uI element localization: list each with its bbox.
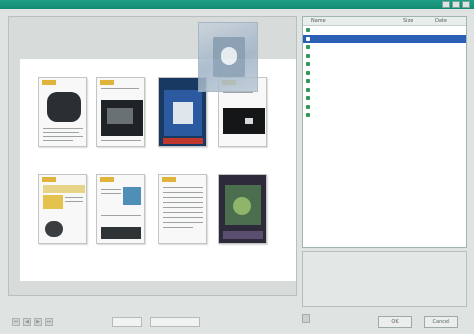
column-date[interactable]: Date xyxy=(435,18,447,24)
title-bar xyxy=(0,0,474,9)
page-thumbnail-7[interactable] xyxy=(158,174,207,244)
file-icon xyxy=(306,36,310,41)
column-header: Name Size Date xyxy=(303,17,466,26)
file-icon xyxy=(306,62,310,66)
last-page-button[interactable]: ⏭ xyxy=(45,318,53,326)
page-thumbnail-5[interactable] xyxy=(38,174,87,244)
list-item[interactable] xyxy=(303,111,466,120)
dragged-page-preview[interactable] xyxy=(198,22,258,92)
page-thumbnail-1[interactable] xyxy=(38,77,87,147)
prev-page-button[interactable]: ◀ xyxy=(23,318,31,326)
list-item[interactable] xyxy=(303,52,466,61)
ok-button[interactable]: OK xyxy=(378,316,412,328)
list-item[interactable] xyxy=(303,34,466,43)
column-size[interactable]: Size xyxy=(403,18,413,24)
list-item[interactable] xyxy=(303,60,466,69)
thumb-header xyxy=(162,177,176,182)
file-info-panel xyxy=(302,251,467,307)
list-item[interactable] xyxy=(303,26,466,35)
list-item[interactable] xyxy=(303,43,466,52)
thumb-image xyxy=(123,187,141,205)
list-item[interactable] xyxy=(303,69,466,78)
maximize-icon[interactable] xyxy=(452,1,460,8)
page-field[interactable] xyxy=(112,317,142,327)
settings-icon[interactable] xyxy=(302,314,310,323)
thumb-header xyxy=(100,177,114,182)
file-icon xyxy=(306,53,310,58)
page-thumbnail-8[interactable] xyxy=(218,174,267,244)
file-icon xyxy=(306,79,310,83)
file-icon xyxy=(306,70,310,75)
window-controls xyxy=(442,1,470,8)
thumb-header xyxy=(100,80,114,85)
cancel-button[interactable]: Cancel xyxy=(424,316,458,328)
info-row xyxy=(306,264,466,272)
thumb-image xyxy=(45,221,63,237)
first-page-button[interactable]: ⏮ xyxy=(12,318,20,326)
size-field xyxy=(150,317,200,327)
thumb-image xyxy=(47,92,81,122)
info-row xyxy=(306,284,466,292)
thumb-image xyxy=(223,108,265,134)
page-canvas xyxy=(20,59,296,281)
info-row xyxy=(306,274,466,282)
list-item[interactable] xyxy=(303,86,466,95)
page-thumbnail-6[interactable] xyxy=(96,174,145,244)
file-icon xyxy=(306,87,310,92)
minimize-icon[interactable] xyxy=(442,1,450,8)
list-item[interactable] xyxy=(303,103,466,112)
page-thumbnail-2[interactable] xyxy=(96,77,145,147)
cover-image xyxy=(213,37,245,77)
list-item[interactable] xyxy=(303,94,466,103)
file-icon xyxy=(306,96,310,100)
next-page-button[interactable]: ▶ xyxy=(34,318,42,326)
file-icon xyxy=(306,113,310,117)
file-icon xyxy=(306,28,310,32)
thumb-header xyxy=(42,80,56,85)
file-icon xyxy=(306,45,310,49)
status-bar: ⏮ ◀ ▶ ⏭ OK Cancel xyxy=(0,310,474,334)
list-item[interactable] xyxy=(303,77,466,86)
close-icon[interactable] xyxy=(462,1,470,8)
thumb-header xyxy=(42,177,56,182)
file-icon xyxy=(306,104,310,109)
info-row xyxy=(306,294,466,302)
file-list-panel: Name Size Date xyxy=(302,16,467,248)
column-name[interactable]: Name xyxy=(311,18,326,24)
